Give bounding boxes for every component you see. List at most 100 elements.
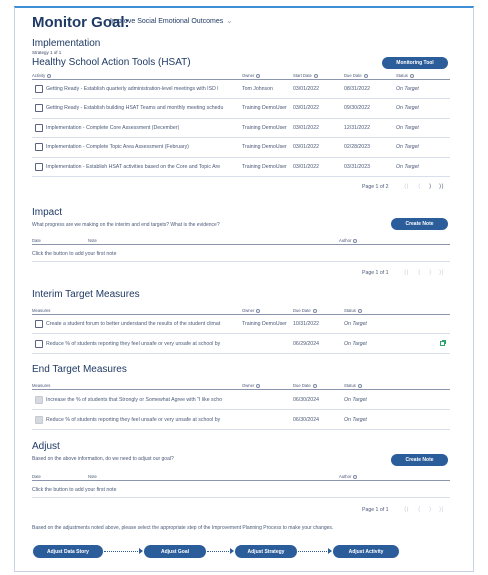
measure-status: On Target xyxy=(344,341,367,347)
col-activity: Activity xyxy=(32,73,52,78)
col-measure: Measures xyxy=(32,383,51,388)
last-page-icon[interactable]: ⟩⟩ xyxy=(439,269,444,276)
col-due: Due Date xyxy=(344,73,368,78)
divider xyxy=(32,429,450,430)
activity-name[interactable]: Implementation - Establish HSAT activiti… xyxy=(46,164,240,170)
next-page-icon[interactable]: ⟩ xyxy=(429,183,431,190)
activity-start: 03/01/2022 xyxy=(293,125,319,131)
last-page-icon[interactable]: ⟩⟩ xyxy=(439,506,444,513)
create-note-button[interactable]: Create Note xyxy=(391,218,448,230)
measure-name[interactable]: Increase the % of students that Strongly… xyxy=(46,397,240,403)
activity-status: On Target xyxy=(396,86,419,92)
activity-checkbox[interactable] xyxy=(35,85,43,93)
info-icon xyxy=(313,73,318,78)
first-page-icon[interactable]: ⟨⟨ xyxy=(404,506,409,513)
info-icon xyxy=(256,73,261,78)
measure-name[interactable]: Create a student forum to better underst… xyxy=(46,321,240,327)
adjust-activity-button[interactable]: Adjust Activity xyxy=(333,545,399,558)
pagination-label: Page 1 of 2 xyxy=(362,184,389,190)
activity-name[interactable]: Implementation - Complete Topic Area Ass… xyxy=(46,144,240,150)
col-start: Start Date xyxy=(293,73,318,78)
info-icon xyxy=(353,238,358,243)
activity-status: On Target xyxy=(396,144,419,150)
activity-name[interactable]: Getting Ready - Establish quarterly admi… xyxy=(46,86,240,92)
activity-checkbox[interactable] xyxy=(35,124,43,132)
activity-due: 02/28/2023 xyxy=(344,144,370,150)
impact-title: Impact xyxy=(32,207,63,218)
adjust-data-story-button[interactable]: Adjust Data Story xyxy=(33,545,103,558)
activity-owner: Training DemoUser xyxy=(242,105,287,111)
divider xyxy=(32,118,450,119)
implementation-title: Implementation xyxy=(32,38,101,49)
col-due: Due Date xyxy=(293,308,317,313)
col-status: Status xyxy=(344,308,362,313)
first-page-icon[interactable]: ⟨⟨ xyxy=(404,183,409,190)
info-icon xyxy=(357,308,362,313)
activity-status: On Target xyxy=(396,164,419,170)
measure-checkbox[interactable] xyxy=(35,340,43,348)
activity-start: 03/01/2022 xyxy=(293,144,319,150)
flow-connector xyxy=(207,551,231,552)
activity-start: 03/01/2022 xyxy=(293,164,319,170)
activity-name[interactable]: Implementation - Complete Core Assessmen… xyxy=(46,125,240,131)
activity-due: 03/31/2023 xyxy=(344,164,370,170)
activity-checkbox[interactable] xyxy=(35,163,43,171)
divider xyxy=(32,353,450,354)
monitoring-tool-button[interactable]: Monitoring Tool xyxy=(382,57,448,69)
col-due: Due Date xyxy=(293,383,317,388)
info-icon xyxy=(312,383,317,388)
activity-owner: Training DemoUser xyxy=(242,144,287,150)
activity-start: 03/01/2022 xyxy=(293,86,319,92)
measure-status: On Target xyxy=(344,417,367,423)
measure-due: 06/30/2024 xyxy=(293,397,319,403)
adjust-strategy-button[interactable]: Adjust Strategy xyxy=(235,545,297,558)
activity-checkbox[interactable] xyxy=(35,143,43,151)
activity-name[interactable]: Getting Ready - Establish building HSAT … xyxy=(46,105,240,111)
divider xyxy=(32,261,450,262)
external-link-icon[interactable] xyxy=(440,340,446,346)
info-icon xyxy=(256,308,261,313)
prev-page-icon[interactable]: ⟨ xyxy=(418,183,420,190)
divider xyxy=(32,79,450,80)
measure-name[interactable]: Reduce % of students reporting they feel… xyxy=(46,417,240,423)
col-measure: Measures xyxy=(32,308,51,313)
chevron-down-icon[interactable]: ⌄ xyxy=(226,16,233,25)
divider xyxy=(32,497,450,498)
col-note: Note xyxy=(88,238,97,243)
last-page-icon[interactable]: ⟩⟩ xyxy=(439,183,444,190)
col-owner: Owner xyxy=(242,308,261,313)
goal-selector[interactable]: Improve Social Emotional Outcomes xyxy=(110,18,223,25)
col-author: Author xyxy=(339,474,358,479)
first-page-icon[interactable]: ⟨⟨ xyxy=(404,269,409,276)
prev-page-icon[interactable]: ⟨ xyxy=(418,506,420,513)
col-owner: Owner xyxy=(242,73,261,78)
divider xyxy=(32,176,450,177)
activity-checkbox[interactable] xyxy=(35,104,43,112)
next-page-icon[interactable]: ⟩ xyxy=(429,506,431,513)
activity-due: 09/30/2022 xyxy=(344,105,370,111)
col-status: Status xyxy=(396,73,414,78)
info-icon xyxy=(312,308,317,313)
measure-name[interactable]: Reduce % of students reporting they feel… xyxy=(46,341,240,347)
info-icon xyxy=(47,73,52,78)
measure-status: On Target xyxy=(344,321,367,327)
pagination-label: Page 1 of 1 xyxy=(362,270,389,276)
info-icon xyxy=(357,383,362,388)
adjust-instructions: Based on the adjustments noted above, pl… xyxy=(32,525,334,531)
arrow-right-icon xyxy=(328,548,332,554)
flow-connector xyxy=(298,551,329,552)
strategy-count: Strategy 1 of 1 xyxy=(32,50,62,55)
activity-due: 08/31/2022 xyxy=(344,86,370,92)
divider xyxy=(32,333,450,334)
next-page-icon[interactable]: ⟩ xyxy=(429,269,431,276)
create-note-button[interactable]: Create Note xyxy=(391,454,448,466)
measure-checkbox[interactable] xyxy=(35,320,43,328)
divider xyxy=(32,480,450,481)
prev-page-icon[interactable]: ⟨ xyxy=(418,269,420,276)
divider xyxy=(32,389,450,390)
empty-notes-message: Click the button to add your first note xyxy=(32,251,117,257)
divider xyxy=(32,137,450,138)
empty-notes-message: Click the button to add your first note xyxy=(32,487,117,493)
measure-due: 06/30/2024 xyxy=(293,417,319,423)
adjust-goal-button[interactable]: Adjust Goal xyxy=(144,545,206,558)
